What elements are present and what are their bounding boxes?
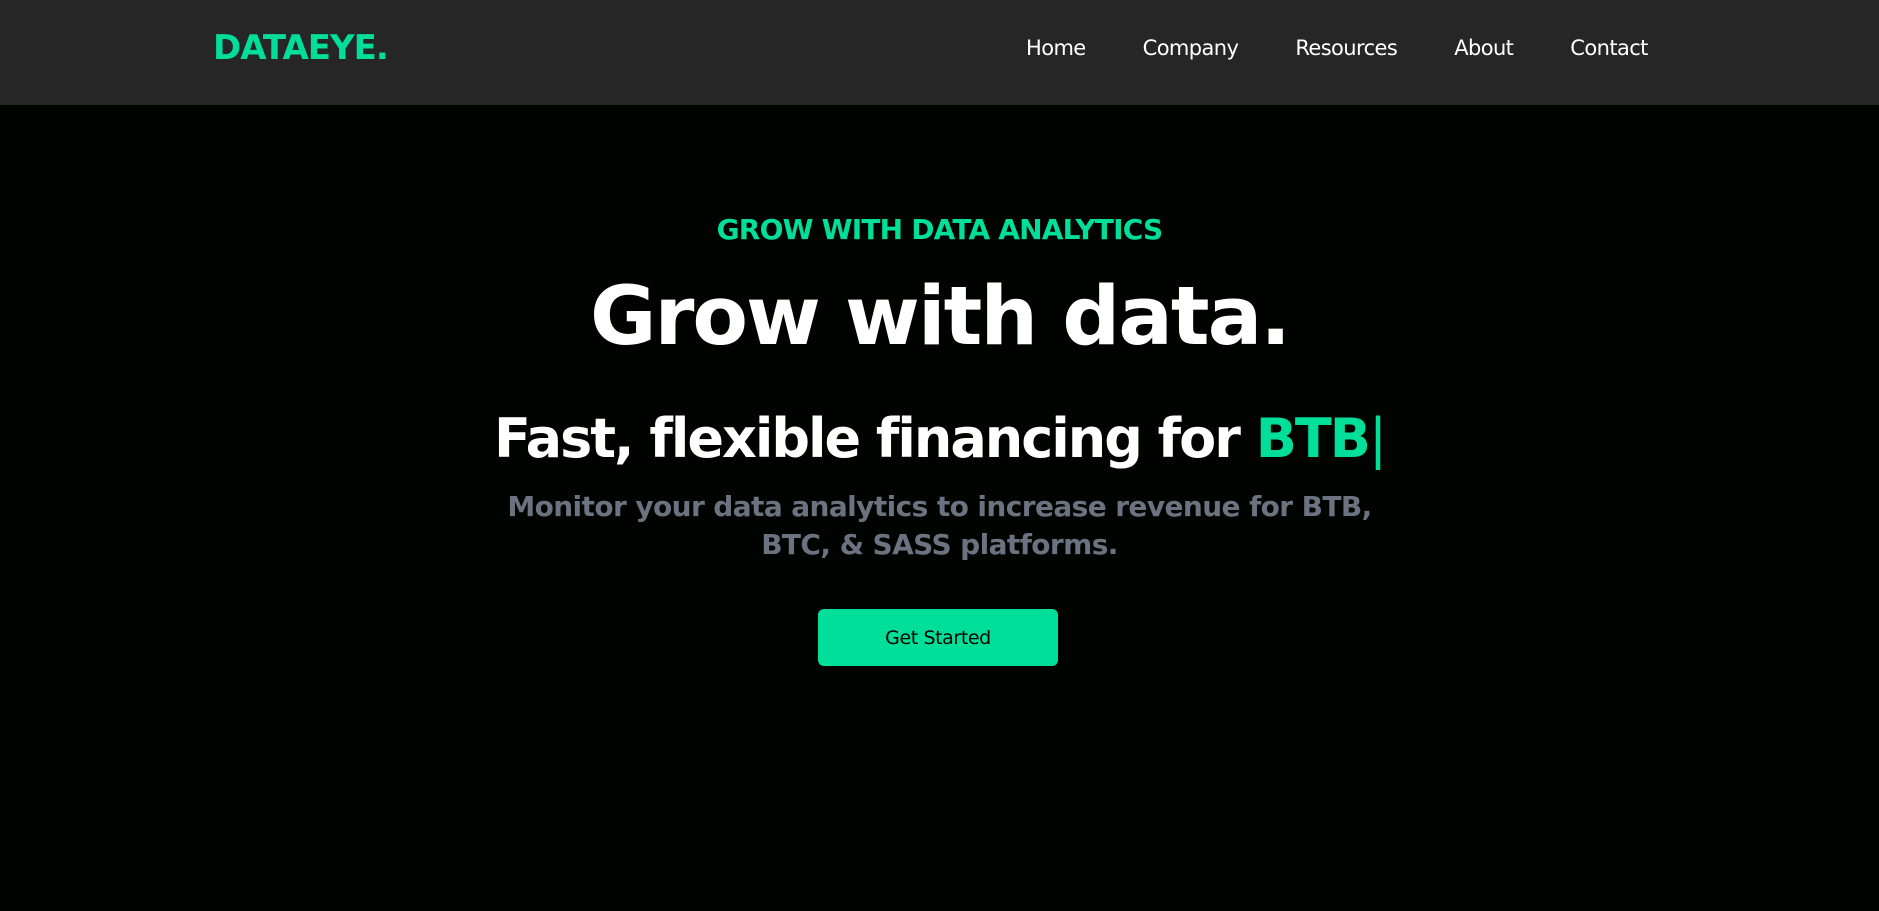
hero-section: GROW WITH DATA ANALYTICS Grow with data.… [0,105,1879,911]
get-started-button[interactable]: Get Started [818,609,1058,666]
hero-eyebrow: GROW WITH DATA ANALYTICS [716,213,1164,246]
subheadline-highlight: BTB [1255,407,1371,470]
top-navbar: DATAEYE. Home Company Resources About Co… [0,0,1879,105]
brand-logo[interactable]: DATAEYE. [213,28,389,68]
hero-headline: Grow with data. [589,270,1291,364]
nav-links: Home Company Resources About Contact [1026,36,1648,60]
hero-description: Monitor your data analytics to increase … [507,490,1372,561]
nav-link-home[interactable]: Home [1026,36,1086,60]
nav-link-resources[interactable]: Resources [1295,36,1397,60]
typing-cursor: | [1368,407,1387,470]
nav-link-company[interactable]: Company [1143,36,1239,60]
nav-link-contact[interactable]: Contact [1570,36,1648,60]
nav-link-about[interactable]: About [1454,36,1514,60]
hero-subheadline: Fast, flexible financing for BTB| [0,412,1879,466]
subheadline-prefix: Fast, flexible financing for [493,407,1256,470]
